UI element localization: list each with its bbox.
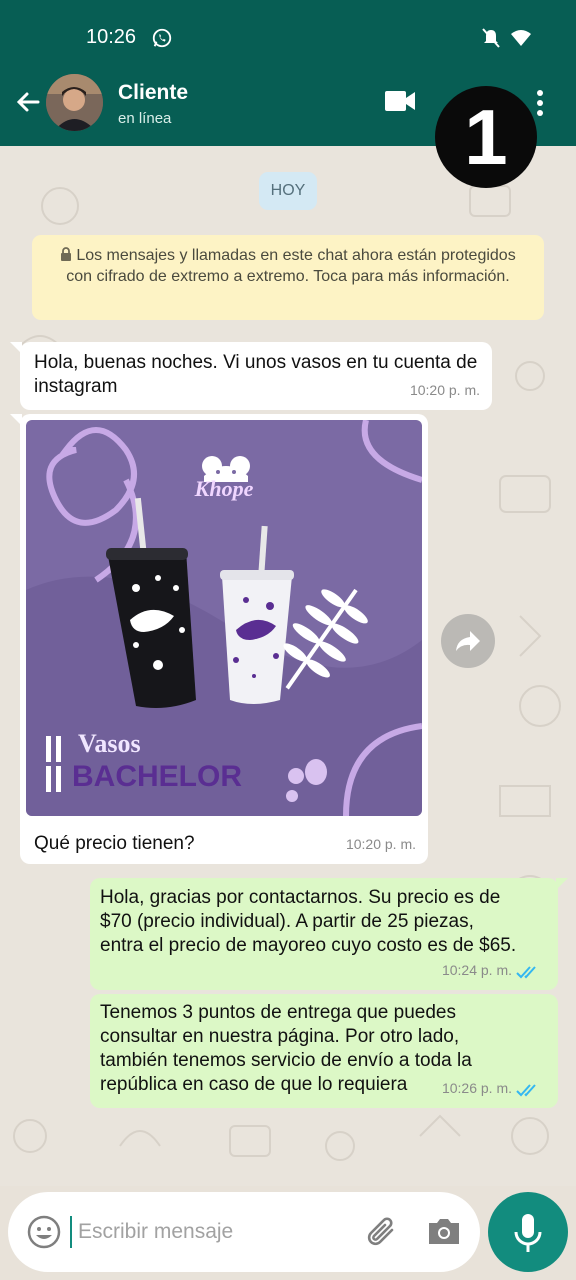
incoming-image-message[interactable]: Khope Vasos BACHELOR Qué precio tienen? … [10, 414, 428, 864]
double-check-icon [516, 966, 536, 979]
emoji-icon[interactable] [26, 1214, 62, 1250]
camera-icon[interactable] [426, 1214, 462, 1248]
microphone-button[interactable] [488, 1192, 568, 1272]
contact-name[interactable]: Cliente [118, 81, 188, 105]
message-time: 10:20 p. m. [409, 382, 480, 398]
chat-header: Cliente en línea 1 [0, 58, 576, 188]
chat-area[interactable]: HOY Los mensajes y llamadas en este chat… [0, 146, 576, 1186]
whatsapp-notification-icon [152, 28, 172, 48]
message-time: 10:24 p. m. [441, 962, 512, 978]
incoming-message[interactable]: Hola, buenas noches. Vi unos vasos en tu… [10, 342, 492, 410]
back-arrow-icon[interactable] [12, 86, 44, 118]
video-call-icon[interactable] [384, 88, 416, 114]
more-options-icon[interactable] [532, 88, 548, 118]
message-input[interactable] [78, 1208, 358, 1256]
wifi-icon [511, 30, 531, 46]
image-text-line2: BACHELOR [72, 760, 242, 793]
number-badge: 1 [435, 86, 537, 188]
forward-button[interactable] [441, 614, 495, 668]
message-time: 10:26 p. m. [441, 1080, 512, 1096]
double-check-icon [516, 1084, 536, 1097]
message-input-bar [8, 1192, 480, 1272]
status-bar: 10:26 [0, 0, 576, 58]
status-time: 10:26 [86, 26, 137, 48]
message-time: 10:20 p. m. [345, 836, 416, 852]
contact-avatar[interactable] [46, 74, 103, 131]
lock-icon [61, 247, 72, 261]
outgoing-message[interactable]: Hola, gracias por contactarnos. Su preci… [90, 878, 568, 990]
contact-status: en línea [118, 110, 172, 127]
microphone-icon [514, 1214, 542, 1252]
outgoing-message[interactable]: Tenemos 3 puntos de entrega que puedes c… [90, 994, 558, 1108]
forward-icon [456, 631, 480, 651]
brand-logo-text: Khope [194, 476, 254, 501]
encryption-notice-text: Los mensajes y llamadas en este chat aho… [66, 247, 516, 285]
image-caption: Qué precio tienen? [34, 833, 195, 854]
date-chip: HOY [259, 172, 317, 210]
encryption-notice[interactable]: Los mensajes y llamadas en este chat aho… [32, 235, 544, 320]
text-caret [70, 1216, 72, 1248]
mute-icon [482, 28, 500, 48]
message-text: Hola, gracias por contactarnos. Su preci… [100, 887, 517, 956]
image-text-line1: Vasos [78, 729, 141, 758]
paperclip-icon[interactable] [364, 1214, 400, 1250]
product-image[interactable]: Khope Vasos BACHELOR [26, 420, 422, 816]
